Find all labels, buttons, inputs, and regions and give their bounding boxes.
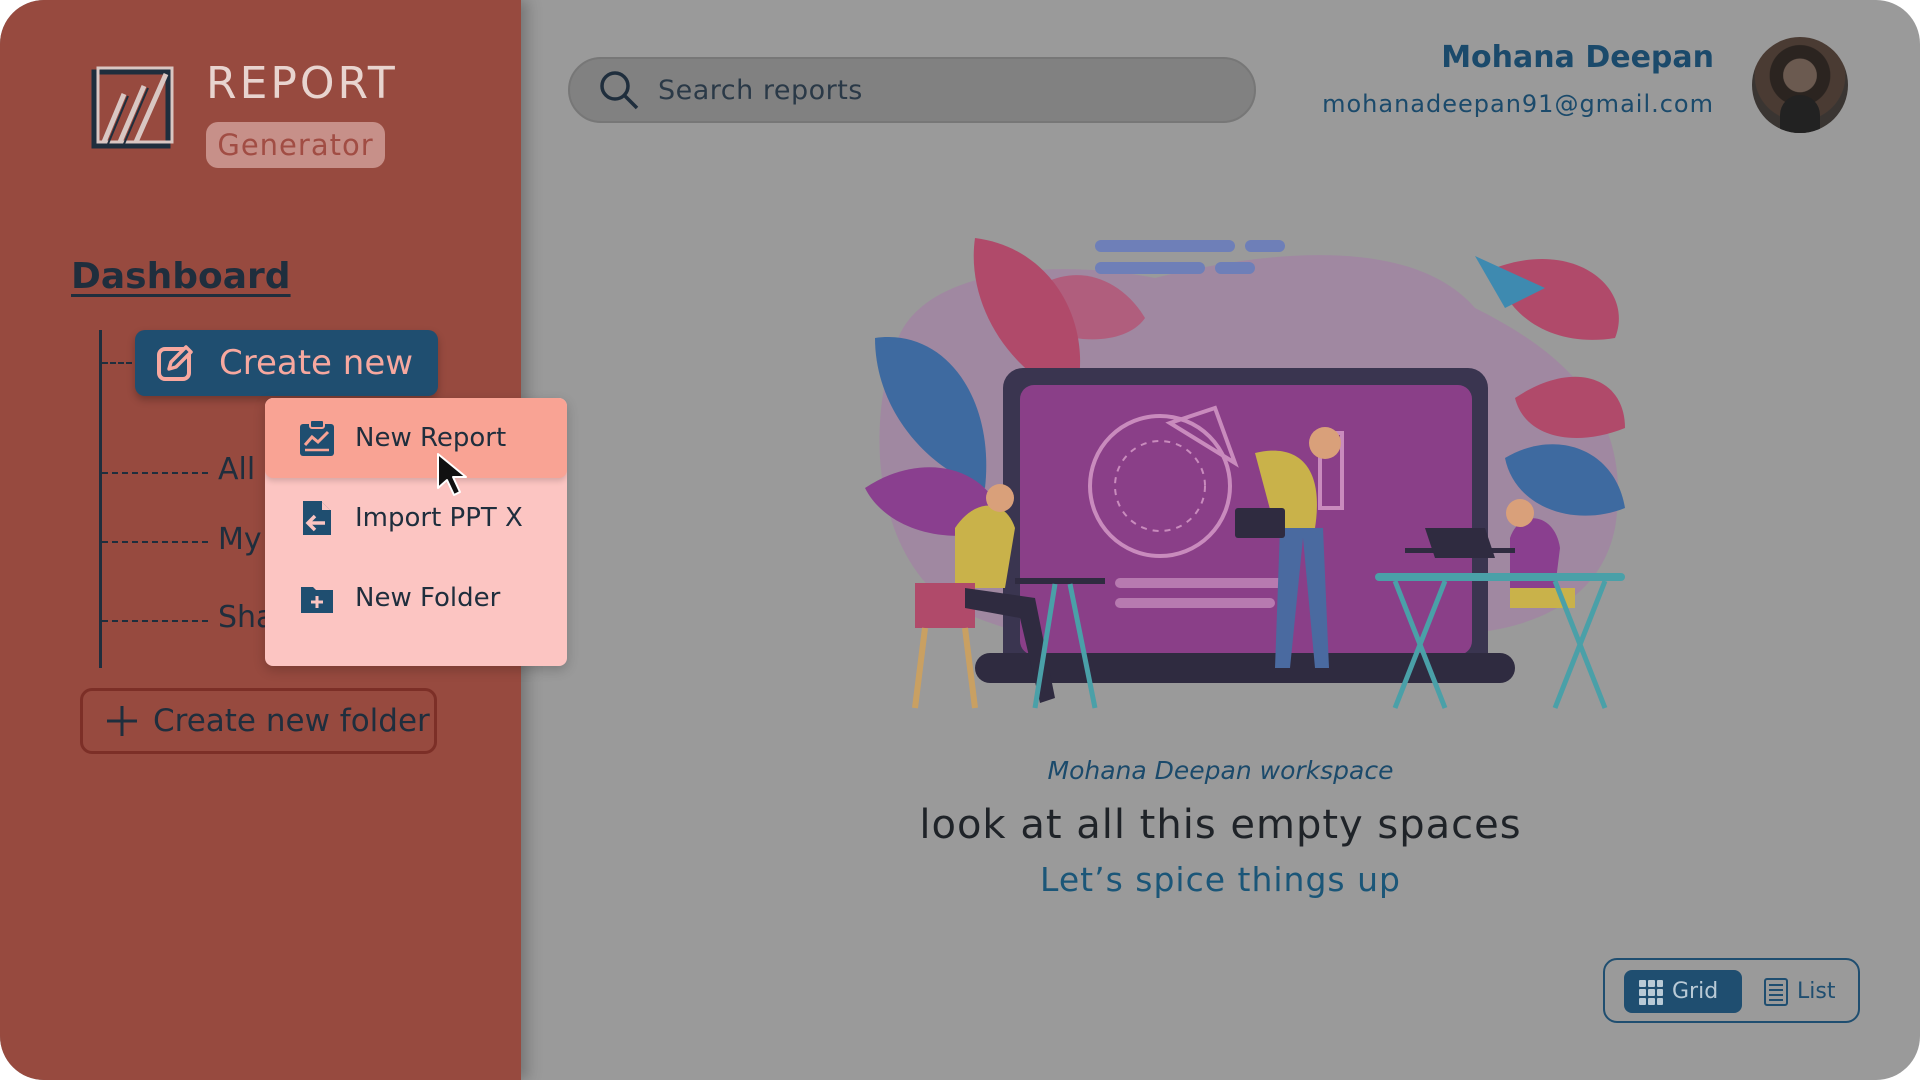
- create-new-label: Create new: [219, 343, 414, 383]
- nav-heading-dashboard[interactable]: Dashboard: [71, 256, 291, 297]
- tree-branch: [102, 541, 208, 543]
- app-window: REPORT Generator Dashboard Create new Al…: [0, 0, 1920, 1080]
- menu-item-new-report[interactable]: New Report: [265, 398, 567, 478]
- search-placeholder: Search reports: [658, 74, 863, 106]
- empty-workspace-illustration: [865, 238, 1625, 709]
- mouse-cursor-icon: [437, 453, 467, 496]
- tree-branch: [102, 362, 132, 364]
- create-new-button[interactable]: Create new: [135, 330, 438, 396]
- empty-state-subline: Let’s spice things up: [1040, 860, 1401, 899]
- import-file-icon: [303, 501, 331, 535]
- chart-clipboard-icon: [300, 419, 334, 456]
- view-toggle: Grid List: [1603, 958, 1860, 1023]
- user-name: Mohana Deepan: [1441, 40, 1714, 75]
- empty-state-headline: look at all this empty spaces: [919, 802, 1522, 848]
- avatar[interactable]: [1752, 37, 1848, 133]
- workspace-suffix: workspace: [1259, 756, 1394, 785]
- menu-item-import-pptx[interactable]: Import PPT X: [265, 478, 567, 558]
- folder-plus-icon: [301, 587, 333, 613]
- tree-branch: [102, 472, 208, 474]
- brand-subtitle: Generator: [206, 122, 385, 168]
- menu-item-label: New Report: [355, 423, 507, 453]
- slashed-square-logo: [91, 66, 174, 149]
- menu-item-label: New Folder: [355, 583, 501, 613]
- create-new-folder-button[interactable]: Create new folder: [80, 688, 437, 754]
- brand-title: REPORT: [206, 58, 398, 109]
- menu-item-new-folder[interactable]: New Folder: [265, 558, 567, 638]
- list-label: List: [1797, 979, 1836, 1004]
- sidebar-item-all[interactable]: All: [218, 452, 255, 487]
- user-email: mohanadeepan91@gmail.com: [1322, 90, 1714, 118]
- workspace-owner: Mohana Deepan: [1047, 756, 1252, 785]
- plus-icon: [107, 706, 137, 736]
- edit-icon: [157, 345, 193, 381]
- create-new-folder-label: Create new folder: [153, 703, 430, 739]
- grid-view-button[interactable]: Grid: [1624, 970, 1742, 1013]
- tree-branch: [102, 620, 208, 622]
- search-input[interactable]: Search reports: [568, 57, 1256, 123]
- sidebar-item-my[interactable]: My: [218, 522, 262, 557]
- grid-icon: [1639, 979, 1663, 1005]
- list-icon: [1764, 977, 1788, 1006]
- search-icon: [600, 71, 639, 110]
- menu-item-label: Import PPT X: [355, 503, 523, 533]
- tree-line: [99, 330, 102, 668]
- workspace-label: Mohana Deepan workspace: [521, 756, 1920, 785]
- grid-label: Grid: [1672, 979, 1719, 1004]
- create-new-dropdown: New Report Import PPT X New Folder: [265, 398, 567, 666]
- list-view-button[interactable]: List: [1763, 970, 1835, 1013]
